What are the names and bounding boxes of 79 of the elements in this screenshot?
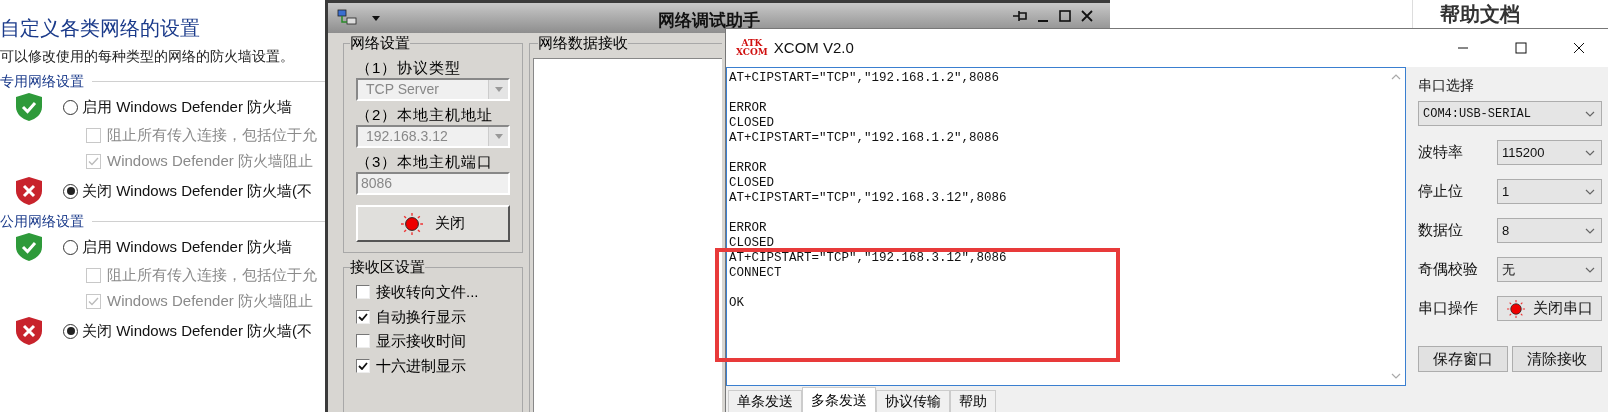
log-line: CONNECT (729, 266, 782, 281)
checkbox-option[interactable]: 自动换行显示 (356, 304, 466, 329)
panel-button[interactable]: 清除接收 (1512, 346, 1602, 372)
option-label[interactable]: 启用 Windows Defender 防火墙 (82, 95, 293, 119)
field-label: 停止位 (1418, 181, 1464, 202)
page-description: 可以修改使用的每种类型的网络的防火墙设置。 (0, 47, 295, 66)
field-label: （3）本地主机端口 (356, 152, 495, 172)
checkbox-option[interactable]: 十六进制显示 (356, 353, 466, 378)
option-label[interactable]: 关闭 Windows Defender 防火墙(不 (82, 319, 313, 343)
dropdown-caret-icon (1585, 110, 1595, 117)
field-label: （2）本地主机地址 (356, 105, 495, 125)
close-icon[interactable] (1079, 8, 1095, 24)
pin-icon[interactable] (1011, 8, 1029, 24)
field-label: 波特率 (1418, 142, 1464, 163)
lamp-icon (1506, 299, 1525, 318)
maximize-icon[interactable] (1057, 8, 1073, 24)
window-title: 网络调试助手 (658, 10, 760, 32)
network-icon (336, 9, 358, 27)
shield-check-icon (15, 92, 43, 122)
field-label: （1）协议类型 (356, 58, 463, 78)
panel-button[interactable]: 保存窗口 (1418, 346, 1508, 372)
checkmark-icon (358, 312, 368, 321)
group-title: 接收区设置 (350, 258, 425, 276)
dropdown-caret-icon[interactable] (372, 15, 380, 21)
section-heading: 专用网络设置 (0, 72, 84, 90)
tab[interactable]: 多条发送 (802, 387, 876, 412)
field-label: 串口选择 (1418, 76, 1475, 95)
option-label[interactable]: 关闭 Windows Defender 防火墙(不 (82, 179, 313, 203)
log-line: ERROR (729, 101, 767, 116)
checkbox-option[interactable]: 接收转向文件... (356, 280, 479, 305)
checkbox-option[interactable]: 显示接收时间 (356, 329, 466, 354)
field-label: 数据位 (1418, 220, 1464, 241)
dropdown[interactable]: 8 (1497, 218, 1602, 243)
port-dropdown[interactable]: COM4:USB-SERIAL (1418, 101, 1602, 126)
dropdown-caret-icon (1585, 227, 1595, 234)
log-line: CLOSED (729, 236, 774, 251)
option-label[interactable]: 启用 Windows Defender 防火墙 (82, 235, 293, 259)
log-line: AT+CIPSTART="TCP","192.168.1.2",8086 (729, 131, 1000, 146)
field-label: 串口操作 (1418, 298, 1479, 319)
help-heading: 帮助文档 (1440, 2, 1520, 27)
log-line: AT+CIPSTART="TCP","192.168.3.12",8086 (729, 191, 1007, 206)
page-title: 自定义各类网络的设置 (0, 16, 201, 41)
app-logo: ATK XCOM (736, 39, 768, 57)
dropdown[interactable]: 无 (1497, 257, 1602, 282)
log-line: ERROR (729, 161, 767, 176)
dropdown[interactable]: 1 (1497, 179, 1602, 204)
field-label: 奇偶校验 (1418, 259, 1479, 280)
tab[interactable]: 单条发送 (728, 390, 802, 412)
group-title: 网络设置 (350, 34, 410, 52)
close-port-button[interactable]: 关闭串口 (1497, 296, 1602, 321)
radio-button[interactable] (63, 239, 78, 255)
window-title: XCOM V2.0 (773, 37, 854, 58)
shield-check-icon (15, 232, 43, 262)
log-line: CLOSED (729, 116, 774, 131)
tab[interactable]: 帮助 (950, 390, 996, 412)
log-line: CLOSED (729, 176, 774, 191)
dropdown-caret-icon (494, 87, 503, 92)
dropdown[interactable]: 115200 (1497, 140, 1602, 165)
log-line: AT+CIPSTART="TCP","192.168.1.2",8086 (729, 71, 1000, 86)
dropdown-caret-icon (1585, 188, 1595, 195)
close-button[interactable]: 关闭 (356, 205, 510, 242)
checkmark-icon (358, 361, 368, 370)
lamp-icon (401, 212, 423, 235)
section-heading: 公用网络设置 (0, 212, 84, 230)
tab[interactable]: 协议传输 (876, 390, 950, 412)
shield-cross-icon (15, 176, 43, 206)
log-line: ERROR (729, 221, 767, 236)
checkmark-icon (88, 296, 99, 306)
dropdown-caret-icon (1585, 149, 1595, 156)
radio-button[interactable] (63, 183, 78, 199)
radio-button[interactable] (63, 99, 78, 115)
dropdown-caret-icon (1585, 266, 1595, 273)
log-line: AT+CIPSTART="TCP","192.168.3.12",8086 (729, 251, 1007, 266)
log-line: OK (729, 296, 744, 311)
radio-button[interactable] (63, 323, 78, 339)
dropdown-caret-icon (494, 134, 503, 139)
group-title: 网络数据接收 (538, 34, 628, 52)
checkmark-icon (88, 156, 99, 166)
shield-cross-icon (15, 316, 43, 346)
